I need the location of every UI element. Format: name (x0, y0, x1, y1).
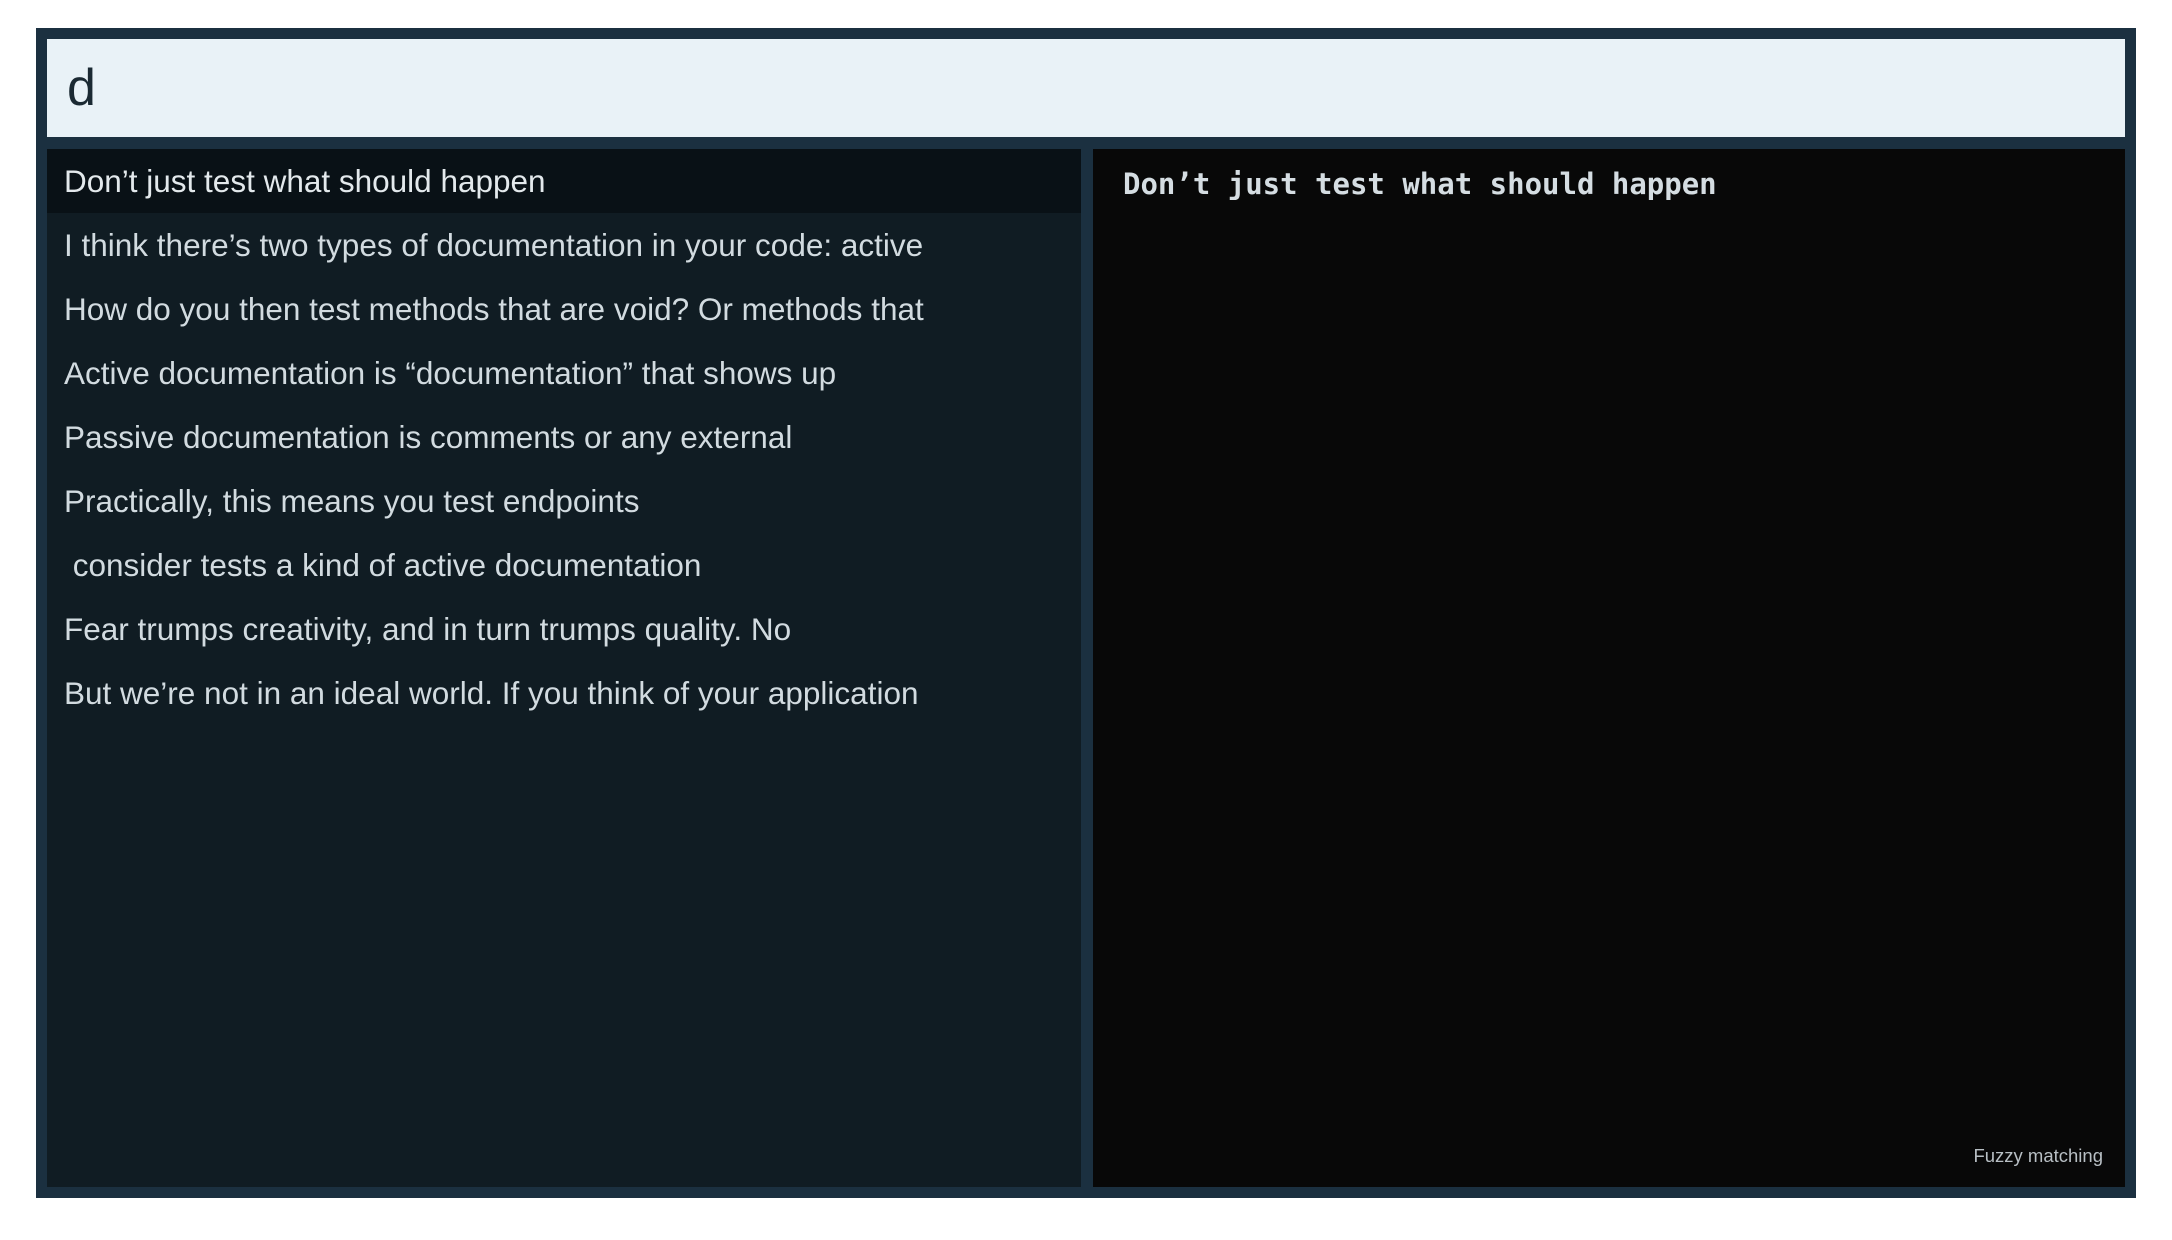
search-input[interactable] (47, 39, 2125, 137)
results-list: Don’t just test what should happen I thi… (47, 149, 1081, 1187)
result-item[interactable]: Practically, this means you test endpoin… (47, 469, 1081, 533)
result-item[interactable]: Passive documentation is comments or any… (47, 405, 1081, 469)
app-window: Don’t just test what should happen I thi… (36, 28, 2136, 1198)
search-bar (47, 39, 2125, 137)
result-item[interactable]: Don’t just test what should happen (47, 149, 1081, 213)
preview-pane: Don’t just test what should happen Fuzzy… (1093, 149, 2125, 1187)
result-item[interactable]: I think there’s two types of documentati… (47, 213, 1081, 277)
result-item[interactable]: Active documentation is “documentation” … (47, 341, 1081, 405)
preview-text: Don’t just test what should happen (1123, 167, 1717, 201)
matching-mode-label: Fuzzy matching (1973, 1145, 2103, 1166)
result-item[interactable]: How do you then test methods that are vo… (47, 277, 1081, 341)
result-item[interactable]: Fear trumps creativity, and in turn trum… (47, 597, 1081, 661)
result-item[interactable]: consider tests a kind of active document… (47, 533, 1081, 597)
result-item[interactable]: But we’re not in an ideal world. If you … (47, 661, 1081, 725)
